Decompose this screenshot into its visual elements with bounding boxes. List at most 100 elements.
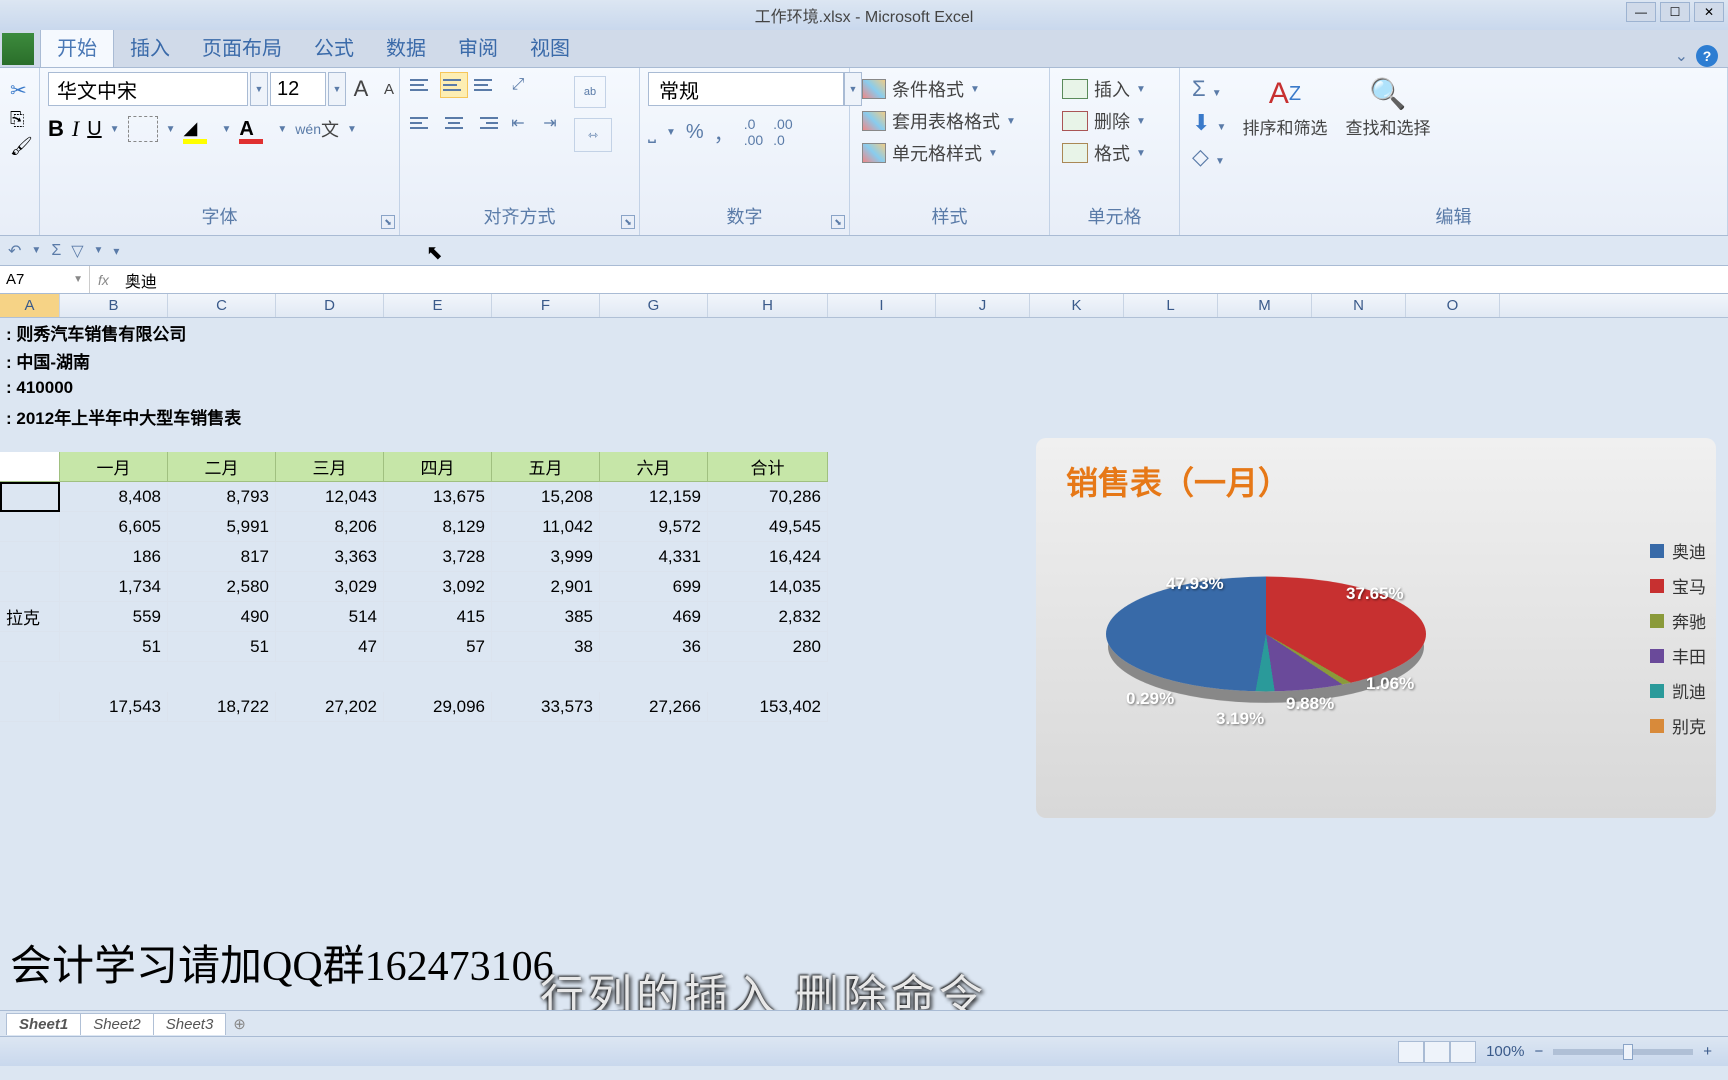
maximize-button[interactable]: ☐	[1660, 2, 1690, 22]
data-cell[interactable]: 49,545	[708, 512, 828, 542]
data-cell[interactable]: 13,675	[384, 482, 492, 512]
data-cell[interactable]: 514	[276, 602, 384, 632]
fill-color-button[interactable]: ◢	[183, 118, 213, 140]
data-cell[interactable]: 3,363	[276, 542, 384, 572]
tab-review[interactable]: 审阅	[442, 26, 514, 67]
row-label[interactable]	[0, 632, 60, 662]
insert-cells-button[interactable]: 插入▼	[1062, 76, 1146, 102]
worksheet-grid[interactable]: ABCDEFGHIJKLMNO : 则秀汽车销售有限公司: 中国-湖南: 410…	[0, 294, 1728, 722]
data-cell[interactable]: 12,159	[600, 482, 708, 512]
column-header-H[interactable]: H	[708, 294, 828, 317]
help-icon[interactable]: ?	[1696, 45, 1718, 67]
merge-center-button[interactable]: ⇿	[574, 118, 612, 152]
data-cell[interactable]: 11,042	[492, 512, 600, 542]
wrap-text-button[interactable]: ab	[574, 76, 606, 108]
decrease-indent-button[interactable]: ⇤	[504, 110, 532, 136]
data-cell[interactable]: 33,573	[492, 692, 600, 722]
column-header-G[interactable]: G	[600, 294, 708, 317]
column-header-C[interactable]: C	[168, 294, 276, 317]
data-cell[interactable]: 12,043	[276, 482, 384, 512]
conditional-formatting-button[interactable]: 条件格式▼	[862, 76, 1016, 102]
data-cell[interactable]: 14,035	[708, 572, 828, 602]
data-cell[interactable]: 559	[60, 602, 168, 632]
tab-view[interactable]: 视图	[514, 26, 586, 67]
data-cell[interactable]: 490	[168, 602, 276, 632]
name-box[interactable]: A7▼	[0, 266, 90, 293]
number-launcher-icon[interactable]: ⬊	[831, 215, 845, 229]
sheet-tab-2[interactable]: Sheet2	[80, 1013, 154, 1035]
data-cell[interactable]: 280	[708, 632, 828, 662]
data-cell[interactable]: 18,722	[168, 692, 276, 722]
column-header-I[interactable]: I	[828, 294, 936, 317]
align-right-button[interactable]	[472, 110, 500, 136]
tab-page-layout[interactable]: 页面布局	[186, 26, 298, 67]
column-header-D[interactable]: D	[276, 294, 384, 317]
tab-formulas[interactable]: 公式	[298, 26, 370, 67]
page-layout-view-button[interactable]	[1424, 1041, 1450, 1063]
tab-insert[interactable]: 插入	[114, 26, 186, 67]
table-header[interactable]: 四月	[384, 452, 492, 482]
font-launcher-icon[interactable]: ⬊	[381, 215, 395, 229]
font-size-select[interactable]: 12	[270, 72, 326, 106]
data-cell[interactable]: 817	[168, 542, 276, 572]
align-center-button[interactable]	[440, 110, 468, 136]
align-middle-button[interactable]	[440, 72, 468, 98]
filter-qat-button[interactable]: ▽	[71, 241, 83, 261]
format-as-table-button[interactable]: 套用表格格式▼	[862, 108, 1016, 134]
font-name-dropdown[interactable]: ▼	[250, 72, 268, 106]
data-cell[interactable]: 6,605	[60, 512, 168, 542]
data-cell[interactable]: 5,991	[168, 512, 276, 542]
data-cell[interactable]: 70,286	[708, 482, 828, 512]
data-cell[interactable]: 469	[600, 602, 708, 632]
accounting-format-button[interactable]: ⎵	[648, 121, 656, 144]
page-break-view-button[interactable]	[1450, 1041, 1476, 1063]
data-cell[interactable]: 3,029	[276, 572, 384, 602]
fx-button[interactable]: fx	[98, 272, 109, 288]
data-cell[interactable]: 8,408	[60, 482, 168, 512]
orientation-button[interactable]: ⤢	[504, 72, 532, 98]
format-painter-icon[interactable]: 🖌	[10, 136, 29, 157]
borders-button[interactable]	[128, 116, 158, 142]
row-label[interactable]: 拉克	[0, 602, 60, 632]
column-header-E[interactable]: E	[384, 294, 492, 317]
data-cell[interactable]: 4,331	[600, 542, 708, 572]
table-header[interactable]: 五月	[492, 452, 600, 482]
close-button[interactable]: ✕	[1694, 2, 1724, 22]
underline-button[interactable]: U	[87, 118, 101, 141]
column-header-J[interactable]: J	[936, 294, 1030, 317]
font-name-select[interactable]: 华文中宋	[48, 72, 248, 106]
row-label[interactable]	[0, 542, 60, 572]
file-tab[interactable]	[2, 33, 34, 65]
italic-button[interactable]: I	[72, 116, 79, 142]
font-size-dropdown[interactable]: ▼	[328, 72, 346, 106]
data-cell[interactable]: 27,202	[276, 692, 384, 722]
autosum-qat-button[interactable]: Σ	[51, 242, 61, 260]
data-cell[interactable]: 8,793	[168, 482, 276, 512]
data-cell[interactable]: 16,424	[708, 542, 828, 572]
comma-style-button[interactable]: ，	[714, 118, 734, 147]
new-sheet-button[interactable]: ⊕	[225, 1015, 254, 1033]
delete-cells-button[interactable]: 删除▼	[1062, 108, 1146, 134]
data-cell[interactable]: 3,728	[384, 542, 492, 572]
normal-view-button[interactable]	[1398, 1041, 1424, 1063]
data-cell[interactable]: 38	[492, 632, 600, 662]
zoom-slider[interactable]	[1553, 1049, 1693, 1055]
table-header[interactable]: 三月	[276, 452, 384, 482]
grow-font-icon[interactable]: A	[348, 76, 374, 102]
table-header[interactable]: 一月	[60, 452, 168, 482]
tab-home[interactable]: 开始	[40, 25, 114, 67]
autosum-button[interactable]: Σ ▼	[1192, 76, 1226, 102]
row-label[interactable]	[0, 692, 60, 722]
table-header[interactable]: 二月	[168, 452, 276, 482]
column-header-F[interactable]: F	[492, 294, 600, 317]
column-header-M[interactable]: M	[1218, 294, 1312, 317]
pie-chart[interactable]: 销售表（一月）47.93%37.65%1.06%9.88%3.19%0.29%奥…	[1036, 438, 1716, 818]
phonetic-guide-button[interactable]: wén文	[295, 116, 339, 142]
row-label[interactable]	[0, 512, 60, 542]
data-cell[interactable]: 51	[168, 632, 276, 662]
zoom-in-button[interactable]: +	[1703, 1043, 1712, 1060]
increase-indent-button[interactable]: ⇥	[536, 110, 564, 136]
row-label[interactable]	[0, 482, 60, 512]
tab-data[interactable]: 数据	[370, 26, 442, 67]
row-label[interactable]	[0, 572, 60, 602]
